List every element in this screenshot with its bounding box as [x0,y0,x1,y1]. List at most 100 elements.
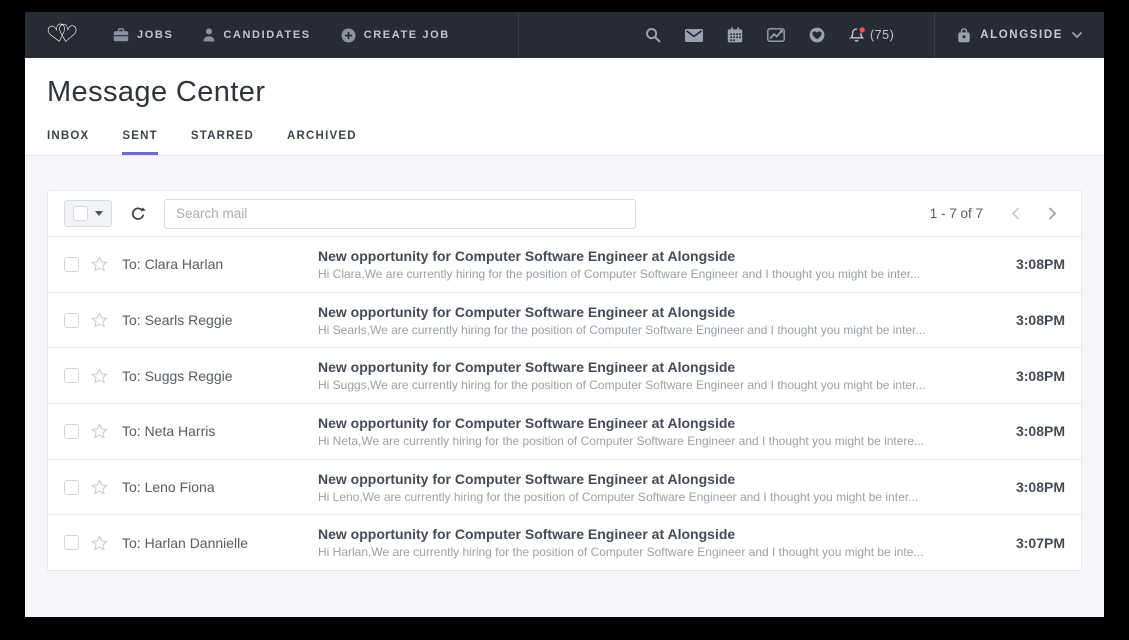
select-all-dropdown[interactable] [64,200,112,227]
heart-icon: ♡ [54,21,79,48]
star-icon[interactable] [91,479,108,495]
search-button[interactable] [645,27,661,43]
community-button[interactable] [809,27,825,43]
mail-preview: Hi Clara,We are currently hiring for the… [318,267,981,281]
row-checkbox[interactable] [64,424,79,439]
next-page-button[interactable] [1048,207,1057,220]
mail-time: 3:07PM [1001,535,1065,551]
plus-circle-icon [341,28,356,43]
mail-recipient: To: Suggs Reggie [122,368,318,384]
analytics-button[interactable] [767,28,785,42]
calendar-icon [727,27,743,43]
mail-preview: Hi Leno,We are currently hiring for the … [318,490,981,504]
mail-preview: Hi Searls,We are currently hiring for th… [318,323,981,337]
primary-nav: JOBS CANDIDATES CREATE JOB [113,28,450,43]
select-all-checkbox[interactable] [73,206,88,221]
briefcase-icon [113,28,129,42]
pagination-range: 1 - 7 of 7 [930,206,983,221]
search-icon [645,27,661,43]
previous-page-button[interactable] [1011,207,1020,220]
mail-recipient: To: Clara Harlan [122,256,318,272]
row-checkbox[interactable] [64,480,79,495]
calendar-button[interactable] [727,27,743,43]
mail-list-card: 1 - 7 of 7 [47,190,1082,571]
row-checkbox[interactable] [64,313,79,328]
page-title: Message Center [47,75,1082,109]
heart-circle-icon [809,27,825,43]
nav-item-label: JOBS [137,29,173,41]
notification-dot [860,27,865,32]
mail-recipient: To: Leno Fiona [122,479,318,495]
bag-icon [957,28,971,43]
mail-subject: New opportunity for Computer Software En… [318,526,981,542]
tab-archived[interactable]: ARCHIVED [287,130,357,155]
mail-subject: New opportunity for Computer Software En… [318,304,981,320]
mail-time: 3:08PM [1001,423,1065,439]
tab-sent[interactable]: SENT [122,130,157,155]
mail-time: 3:08PM [1001,479,1065,495]
mail-recipient: To: Searls Reggie [122,312,318,328]
mail-summary: New opportunity for Computer Software En… [318,359,1001,392]
navbar-divider [518,12,519,58]
row-checkbox[interactable] [64,257,79,272]
bell-icon [849,27,866,43]
mail-summary: New opportunity for Computer Software En… [318,248,1001,281]
star-icon[interactable] [91,312,108,328]
mail-row[interactable]: To: Searls Reggie New opportunity for Co… [48,293,1081,349]
mail-summary: New opportunity for Computer Software En… [318,471,1001,504]
mail-subject: New opportunity for Computer Software En… [318,471,981,487]
mail-row[interactable]: To: Suggs Reggie New opportunity for Com… [48,348,1081,404]
mail-recipient: To: Neta Harris [122,423,318,439]
account-label: ALONGSIDE [980,29,1063,41]
messages-button[interactable] [685,29,703,42]
mail-time: 3:08PM [1001,256,1065,272]
mail-subject: New opportunity for Computer Software En… [318,248,981,264]
mail-preview: Hi Suggs,We are currently hiring for the… [318,378,981,392]
row-checkbox[interactable] [64,535,79,550]
page-header: Message Center [25,58,1104,130]
mail-row[interactable]: To: Clara Harlan New opportunity for Com… [48,237,1081,293]
star-icon[interactable] [91,368,108,384]
mail-recipient: To: Harlan Dannielle [122,535,318,551]
alongside-logo[interactable]: ♡ ♡ [47,23,77,47]
nav-item-create-job[interactable]: CREATE JOB [341,28,450,43]
mail-preview: Hi Neta,We are currently hiring for the … [318,434,981,448]
mail-subject: New opportunity for Computer Software En… [318,415,981,431]
nav-item-candidates[interactable]: CANDIDATES [203,28,310,42]
refresh-icon [130,206,146,222]
mail-rows: To: Clara Harlan New opportunity for Com… [48,237,1081,570]
mail-summary: New opportunity for Computer Software En… [318,304,1001,337]
top-navbar: ♡ ♡ JOBS CANDIDATES [25,12,1104,58]
utility-nav: (75) ALONGSIDE [645,12,1104,58]
nav-item-label: CREATE JOB [364,29,450,41]
mail-row[interactable]: To: Harlan Dannielle New opportunity for… [48,515,1081,570]
notification-count: (75) [870,28,894,42]
chevron-left-icon [1011,207,1020,220]
account-menu[interactable]: ALONGSIDE [934,12,1104,58]
mail-preview: Hi Harlan,We are currently hiring for th… [318,545,981,559]
content-area: 1 - 7 of 7 [25,156,1104,617]
nav-item-jobs[interactable]: JOBS [113,28,173,42]
message-tabs: INBOX SENT STARRED ARCHIVED [25,130,1104,156]
tab-starred[interactable]: STARRED [191,130,254,155]
star-icon[interactable] [91,256,108,272]
caret-down-icon [95,211,103,216]
person-icon [203,28,215,42]
pagination: 1 - 7 of 7 [930,206,1065,221]
chevron-down-icon [1072,32,1082,39]
chevron-right-icon [1048,207,1057,220]
mail-row[interactable]: To: Neta Harris New opportunity for Comp… [48,404,1081,460]
refresh-button[interactable] [130,206,146,222]
notifications-button[interactable]: (75) [849,27,894,43]
star-icon[interactable] [91,535,108,551]
mail-summary: New opportunity for Computer Software En… [318,526,1001,559]
search-mail-input[interactable] [164,199,636,229]
mail-row[interactable]: To: Leno Fiona New opportunity for Compu… [48,460,1081,516]
tab-inbox[interactable]: INBOX [47,130,89,155]
mail-time: 3:08PM [1001,368,1065,384]
star-icon[interactable] [91,423,108,439]
envelope-icon [685,29,703,42]
app-window: ♡ ♡ JOBS CANDIDATES [25,12,1104,617]
row-checkbox[interactable] [64,368,79,383]
nav-item-label: CANDIDATES [223,29,310,41]
